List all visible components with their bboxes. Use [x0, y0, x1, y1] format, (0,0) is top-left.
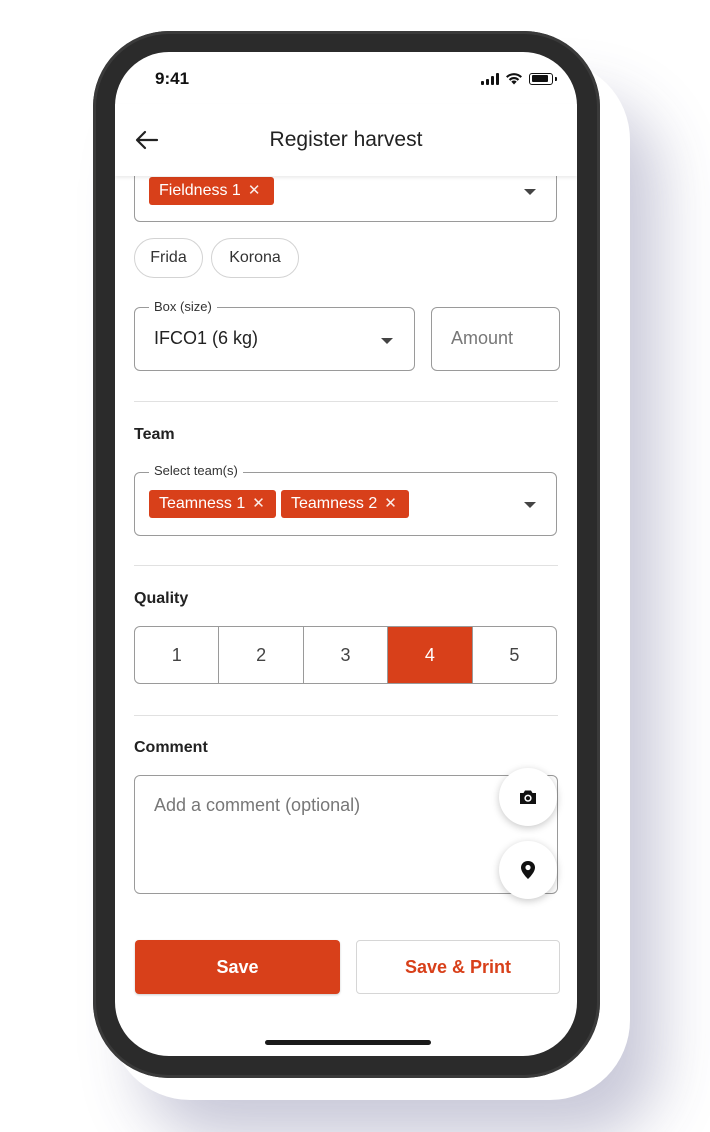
- page-title: Register harvest: [269, 128, 423, 151]
- team-select-legend: Select team(s): [149, 463, 243, 478]
- team-heading: Team: [134, 426, 175, 443]
- quality-heading: Quality: [134, 590, 189, 607]
- amount-input[interactable]: Amount: [431, 307, 560, 371]
- quality-option-4[interactable]: 4: [388, 627, 473, 683]
- phone-screen: 9:41 Register harvest Fieldness 1 ✕ Frida…: [115, 52, 577, 1056]
- app-bar: Register harvest: [115, 104, 577, 176]
- caret-down-icon[interactable]: [524, 189, 536, 195]
- status-icons: [481, 72, 557, 85]
- battery-icon: [529, 72, 553, 85]
- camera-icon: [520, 790, 536, 804]
- cellular-signal-icon: [481, 72, 499, 85]
- quality-selector: 1 2 3 4 5: [134, 626, 557, 684]
- comment-textarea[interactable]: Add a comment (optional): [134, 775, 558, 894]
- variety-pill-frida[interactable]: Frida: [134, 238, 203, 278]
- field-chip: Fieldness 1 ✕: [149, 177, 274, 205]
- divider: [134, 565, 558, 566]
- close-icon[interactable]: ✕: [252, 490, 265, 518]
- comment-heading: Comment: [134, 739, 208, 756]
- quality-option-2[interactable]: 2: [219, 627, 304, 683]
- box-size-value: IFCO1 (6 kg): [154, 328, 259, 348]
- location-pin-icon: [521, 861, 535, 879]
- close-icon[interactable]: ✕: [384, 490, 397, 518]
- divider: [134, 715, 558, 716]
- team-chip-label: Teamness 2: [291, 495, 378, 512]
- quality-option-3[interactable]: 3: [304, 627, 389, 683]
- team-select[interactable]: Teamness 1 ✕ Teamness 2 ✕: [134, 472, 557, 536]
- divider: [134, 401, 558, 402]
- home-indicator: [265, 1040, 431, 1045]
- quality-option-1[interactable]: 1: [135, 627, 220, 683]
- variety-pill-label: Korona: [229, 249, 281, 266]
- save-button[interactable]: Save: [135, 940, 340, 994]
- wifi-icon: [506, 73, 522, 85]
- close-icon[interactable]: ✕: [248, 177, 261, 205]
- caret-down-icon[interactable]: [381, 338, 393, 344]
- variety-pill-korona[interactable]: Korona: [211, 238, 299, 278]
- box-size-legend: Box (size): [149, 299, 217, 314]
- status-time: 9:41: [155, 69, 190, 88]
- comment-placeholder: Add a comment (optional): [154, 795, 361, 815]
- team-chip-1: Teamness 1 ✕: [149, 490, 276, 518]
- quality-option-5[interactable]: 5: [473, 627, 556, 683]
- camera-button[interactable]: [499, 768, 557, 826]
- amount-placeholder: Amount: [451, 328, 514, 348]
- variety-pill-label: Frida: [150, 249, 187, 266]
- field-chip-label: Fieldness 1: [159, 182, 241, 199]
- caret-down-icon[interactable]: [524, 502, 536, 508]
- team-chip-label: Teamness 1: [159, 495, 246, 512]
- box-size-select[interactable]: IFCO1 (6 kg): [134, 307, 415, 371]
- save-and-print-button[interactable]: Save & Print: [356, 940, 560, 994]
- location-button[interactable]: [499, 841, 557, 899]
- battery-tip: [555, 76, 557, 81]
- team-chip-2: Teamness 2 ✕: [281, 490, 409, 518]
